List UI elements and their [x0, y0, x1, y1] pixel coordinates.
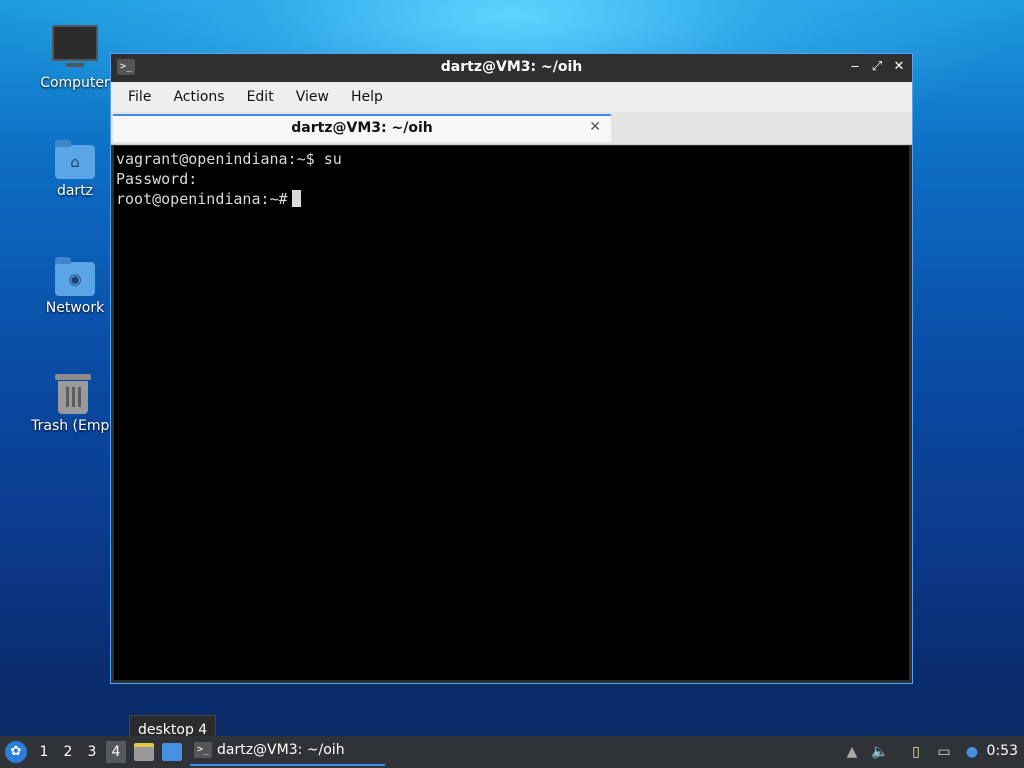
desktop-icon-home[interactable]: ⌂ dartz	[30, 140, 120, 199]
tray-arrow-icon[interactable]: ▲	[842, 742, 862, 762]
window-titlebar[interactable]: >_ dartz@VM3: ~/oih ‒ ⤢ ✕	[111, 54, 912, 82]
workspace-3[interactable]: 3	[82, 741, 102, 763]
taskbar-item-terminal[interactable]: >_ dartz@VM3: ~/oih	[190, 739, 385, 766]
terminal-line: Password:	[116, 170, 198, 188]
desktop-icon-label: Trash (Empt	[31, 418, 115, 434]
text-cursor	[291, 190, 301, 207]
terminal-line: root@openindiana:~#	[116, 190, 288, 208]
tab-close-icon[interactable]: ✕	[589, 119, 601, 135]
network-folder-icon: ◉	[55, 257, 95, 296]
terminal-output[interactable]: vagrant@openindiana:~$ su Password: root…	[114, 146, 909, 680]
terminal-tab[interactable]: dartz@VM3: ~/oih ✕	[113, 114, 611, 142]
taskbar: ✿ 1 2 3 4 >_ dartz@VM3: ~/oih ▲ 🔈 ▯ ▭ ● …	[0, 736, 1024, 768]
computer-icon	[52, 25, 98, 67]
desktop-icon-computer[interactable]: Computer	[30, 25, 120, 91]
desktop-icon-trash[interactable]: Trash (Empt	[28, 374, 118, 434]
tab-bar: dartz@VM3: ~/oih ✕	[111, 112, 912, 145]
menu-actions[interactable]: Actions	[162, 89, 235, 105]
menu-view[interactable]: View	[285, 89, 340, 105]
home-folder-icon: ⌂	[55, 140, 95, 179]
workspace-2[interactable]: 2	[58, 741, 78, 763]
maximize-button[interactable]: ⤢	[868, 58, 886, 76]
terminal-icon: >_	[194, 742, 212, 758]
window-title: dartz@VM3: ~/oih	[440, 59, 583, 75]
close-button[interactable]: ✕	[890, 58, 908, 76]
tab-title: dartz@VM3: ~/oih	[291, 120, 433, 136]
menu-file[interactable]: File	[117, 89, 162, 105]
volume-icon[interactable]: 🔈	[870, 742, 890, 762]
file-manager-icon[interactable]	[134, 743, 154, 761]
menu-edit[interactable]: Edit	[236, 89, 285, 105]
terminal-window: >_ dartz@VM3: ~/oih ‒ ⤢ ✕ File Actions E…	[110, 53, 913, 684]
taskbar-item-label: dartz@VM3: ~/oih	[217, 742, 345, 758]
menu-icon[interactable]: ✿	[5, 741, 27, 763]
desktop-icon-network[interactable]: ◉ Network	[30, 257, 120, 316]
desktop-icon-label: Computer	[40, 75, 110, 91]
menu-help[interactable]: Help	[340, 89, 394, 105]
terminal-prompt-line: root@openindiana:~#	[116, 189, 907, 209]
update-notifier-icon[interactable]: ●	[962, 742, 982, 762]
network-icon[interactable]: ▭	[934, 742, 954, 762]
workspace-4[interactable]: 4	[106, 741, 126, 763]
menu-bar: File Actions Edit View Help	[111, 82, 912, 112]
clock[interactable]: 0:53	[987, 743, 1018, 759]
trash-icon	[55, 374, 91, 414]
minimize-button[interactable]: ‒	[846, 58, 864, 76]
terminal-line: vagrant@openindiana:~$ su	[116, 150, 342, 168]
clipboard-icon[interactable]: ▯	[906, 742, 926, 762]
desktop-icon-label: Network	[45, 300, 105, 316]
desktop-icon-label: dartz	[56, 183, 94, 199]
show-desktop-icon[interactable]	[162, 743, 182, 761]
workspace-1[interactable]: 1	[34, 741, 54, 763]
